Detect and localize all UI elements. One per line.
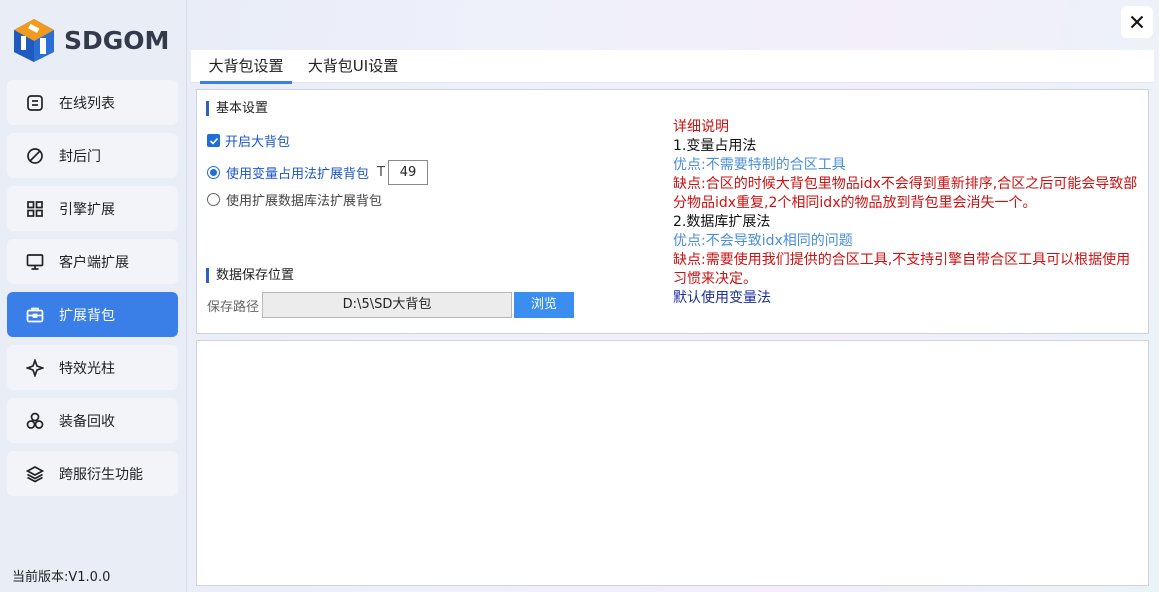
sidebar-nav: 在线列表 封后门 引擎扩展 客户端扩展 扩展背包 特效光柱 装备回收 跨服衍生功… [7, 80, 178, 504]
database-method-label: 使用扩展数据库法扩展背包 [226, 194, 383, 209]
method1-con: 缺点:合区的时候大背包里物品idx不会得到重新排序,合区之后可能会导致部分物品i… [673, 176, 1138, 211]
basic-settings-title: 基本设置 [206, 101, 268, 116]
enable-backpack-checkbox[interactable]: 开启大背包 [207, 131, 290, 150]
content-panel [196, 340, 1149, 586]
variable-method-radio[interactable]: 使用变量占用法扩展背包 T 49 [207, 160, 428, 185]
sidebar-item-client-extension[interactable]: 客户端扩展 [7, 239, 178, 284]
database-method-radio[interactable]: 使用扩展数据库法扩展背包 [207, 190, 382, 209]
radio-unselected-icon [207, 193, 220, 206]
grid-icon [25, 199, 45, 219]
explanation-block: 详细说明 1.变量占用法 优点:不需要特制的合区工具 缺点:合区的时候大背包里物… [673, 118, 1143, 308]
briefcase-icon [25, 305, 45, 325]
t-label: T [377, 165, 385, 180]
checkbox-checked-icon [207, 134, 220, 147]
monitor-icon [25, 252, 45, 272]
sidebar-item-label: 封后门 [59, 148, 101, 165]
save-path-row: 保存路径 D:\5\SD大背包 浏览 [207, 292, 575, 318]
sidebar-item-online-list[interactable]: 在线列表 [7, 80, 178, 125]
close-button[interactable] [1121, 6, 1153, 38]
method1-title: 1.变量占用法 [673, 138, 757, 154]
logo-cube-icon [14, 19, 54, 62]
radio-selected-icon [207, 166, 220, 179]
sidebar-item-label: 引擎扩展 [59, 201, 115, 218]
save-path-label: 保存路径 [207, 299, 260, 315]
logo-text: SDGOM [64, 25, 170, 55]
sparkle-icon [25, 358, 45, 378]
sidebar-item-label: 跨服衍生功能 [59, 466, 143, 483]
method1-pro: 优点:不需要特制的合区工具 [673, 157, 846, 173]
t-value-input[interactable]: 49 [387, 160, 428, 185]
default-method-note: 默认使用变量法 [673, 290, 771, 306]
sidebar-item-label: 在线列表 [59, 95, 115, 112]
save-path-input[interactable]: D:\5\SD大背包 [262, 292, 513, 318]
sidebar-item-cross-server[interactable]: 跨服衍生功能 [7, 451, 178, 496]
sidebar-item-label: 扩展背包 [59, 307, 115, 324]
version-label: 当前版本:V1.0.0 [12, 570, 111, 585]
layers-icon [25, 464, 45, 484]
sidebar: SDGOM 在线列表 封后门 引擎扩展 客户端扩展 扩展背包 特效光柱 装备回收… [0, 0, 187, 592]
tab-backpack-settings[interactable]: 大背包设置 [200, 50, 292, 84]
list-icon [25, 93, 45, 113]
recycle-icon [25, 411, 45, 431]
ban-icon [25, 146, 45, 166]
sidebar-item-effect-beam[interactable]: 特效光柱 [7, 345, 178, 390]
browse-button[interactable]: 浏览 [514, 292, 575, 318]
method2-con: 缺点:需要使用我们提供的合区工具,不支持引擎自带合区工具可以根据使用习惯来决定。 [673, 252, 1131, 287]
sidebar-item-equipment-recycle[interactable]: 装备回收 [7, 398, 178, 443]
logo: SDGOM [10, 12, 185, 68]
settings-panel: 基本设置 开启大背包 使用变量占用法扩展背包 T 49 使用扩展数据库法扩展背包… [196, 89, 1149, 334]
storage-location-title: 数据保存位置 [206, 268, 294, 283]
sidebar-item-engine-extension[interactable]: 引擎扩展 [7, 186, 178, 231]
enable-backpack-label: 开启大背包 [225, 135, 291, 150]
sidebar-item-label: 装备回收 [59, 413, 115, 430]
sidebar-item-label: 客户端扩展 [59, 254, 129, 271]
close-icon [1130, 15, 1144, 29]
sidebar-item-block-backdoor[interactable]: 封后门 [7, 133, 178, 178]
method2-pro: 优点:不会导致idx相同的问题 [673, 233, 853, 249]
tab-backpack-ui-settings[interactable]: 大背包UI设置 [303, 50, 403, 83]
sidebar-item-label: 特效光柱 [59, 360, 115, 377]
explain-heading: 详细说明 [673, 119, 729, 135]
sidebar-item-extend-backpack[interactable]: 扩展背包 [7, 292, 178, 337]
variable-method-label: 使用变量占用法扩展背包 [226, 167, 370, 182]
method2-title: 2.数据库扩展法 [673, 214, 771, 230]
tab-bar: 大背包设置 大背包UI设置 [191, 50, 1154, 84]
